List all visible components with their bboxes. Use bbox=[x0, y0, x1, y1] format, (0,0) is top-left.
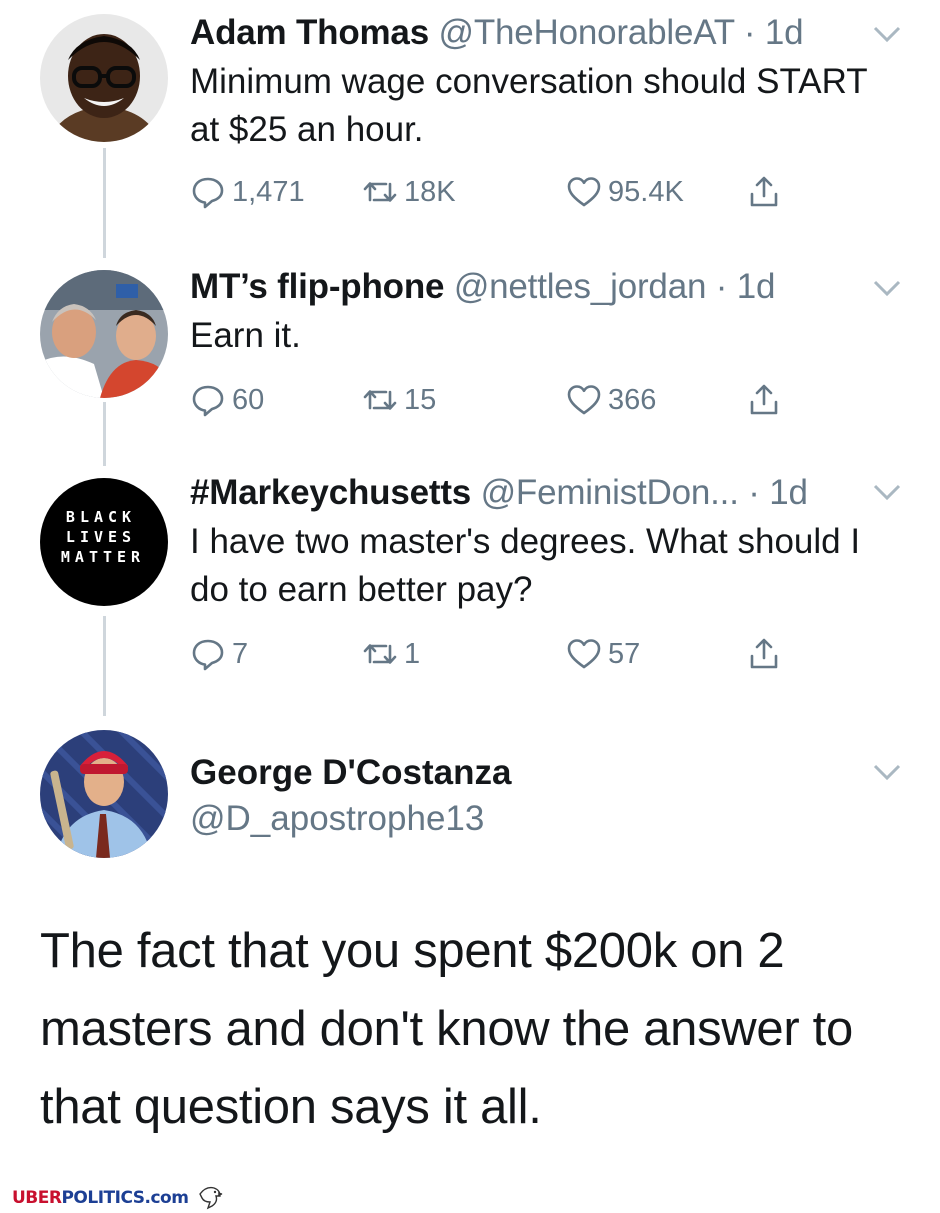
like-icon bbox=[567, 177, 601, 207]
share-icon bbox=[750, 384, 778, 415]
like-count: 57 bbox=[608, 637, 641, 670]
like-button[interactable]: 366 bbox=[566, 380, 656, 420]
retweet-icon bbox=[363, 390, 397, 410]
retweet-count: 1 bbox=[404, 637, 421, 670]
avatar-text-line: MATTER bbox=[60, 548, 146, 566]
like-count: 95.4K bbox=[608, 175, 684, 208]
avatar-text-line: LIVES bbox=[65, 528, 137, 546]
tweet-actions: 60 15 366 bbox=[190, 380, 810, 420]
user-handle[interactable]: @nettles_jordan bbox=[454, 267, 707, 306]
retweet-button[interactable]: 15 bbox=[362, 380, 436, 420]
retweet-button[interactable]: 1 bbox=[362, 634, 420, 674]
reply-count: 60 bbox=[232, 383, 265, 416]
chevron-down-icon[interactable] bbox=[872, 762, 902, 782]
share-icon bbox=[750, 638, 778, 669]
avatar[interactable] bbox=[40, 14, 168, 142]
share-button[interactable] bbox=[746, 380, 782, 420]
avatar[interactable] bbox=[40, 730, 168, 858]
share-button[interactable] bbox=[746, 634, 782, 674]
watermark-part: .com bbox=[144, 1188, 189, 1208]
like-button[interactable]: 95.4K bbox=[566, 172, 684, 212]
avatar[interactable]: BLACK LIVES MATTER bbox=[40, 478, 168, 606]
avatar-text: BLACK LIVES MATTER bbox=[58, 508, 158, 578]
display-name[interactable]: George D'Costanza bbox=[190, 752, 511, 794]
share-button[interactable] bbox=[746, 172, 782, 212]
tweet-text: Earn it. bbox=[190, 316, 301, 355]
chevron-down-icon[interactable] bbox=[872, 278, 902, 298]
watermark: UBERPOLITICS.com bbox=[12, 1188, 189, 1208]
tweet-header: #Markeychusetts @FeministDon... · 1d bbox=[190, 472, 808, 514]
reply-icon bbox=[192, 639, 224, 671]
avatar-text-line: BLACK bbox=[65, 508, 137, 526]
avatar[interactable] bbox=[40, 270, 168, 398]
tweet-text: Minimum wage conversation should START a… bbox=[190, 62, 867, 149]
tweet-header: Adam Thomas @TheHonorableAT · 1d bbox=[190, 12, 804, 54]
user-handle[interactable]: @D_apostrophe13 bbox=[190, 798, 484, 840]
reply-count: 7 bbox=[232, 637, 249, 670]
retweet-icon bbox=[363, 644, 397, 664]
retweet-icon bbox=[363, 182, 397, 202]
reply-button[interactable]: 7 bbox=[190, 634, 248, 674]
thread-line bbox=[103, 616, 106, 716]
tweet-header: MT’s flip-phone @nettles_jordan · 1d bbox=[190, 266, 775, 308]
like-button[interactable]: 57 bbox=[566, 634, 640, 674]
timestamp[interactable]: · 1d bbox=[748, 473, 808, 512]
reply-button[interactable]: 60 bbox=[190, 380, 264, 420]
display-name[interactable]: Adam Thomas bbox=[190, 13, 429, 52]
reply-icon bbox=[192, 385, 224, 417]
chevron-down-icon[interactable] bbox=[872, 24, 902, 44]
reply-icon bbox=[192, 177, 224, 209]
retweet-count: 15 bbox=[404, 383, 437, 416]
eagle-icon bbox=[196, 1184, 224, 1210]
tweet-actions: 1,471 18K 95.4K bbox=[190, 172, 810, 212]
user-handle[interactable]: @TheHonorableAT bbox=[439, 13, 735, 52]
like-icon bbox=[567, 385, 601, 415]
tweet-actions: 7 1 57 bbox=[190, 634, 810, 674]
display-name[interactable]: MT’s flip-phone bbox=[190, 267, 444, 306]
timestamp[interactable]: · 1d bbox=[716, 267, 776, 306]
tweet-text: I have two master's degrees. What should… bbox=[190, 522, 861, 609]
display-name[interactable]: #Markeychusetts bbox=[190, 473, 471, 512]
reply-count: 1,471 bbox=[232, 175, 305, 208]
timestamp[interactable]: · 1d bbox=[744, 13, 804, 52]
reply-button[interactable]: 1,471 bbox=[190, 172, 305, 212]
watermark-part: UBER bbox=[12, 1188, 62, 1208]
like-count: 366 bbox=[608, 383, 657, 416]
chevron-down-icon[interactable] bbox=[872, 482, 902, 502]
watermark-part: POLITICS bbox=[61, 1188, 145, 1208]
tweet-text: The fact that you spent $200k on 2 maste… bbox=[40, 924, 853, 1134]
retweet-count: 18K bbox=[404, 175, 456, 208]
retweet-button[interactable]: 18K bbox=[362, 172, 456, 212]
user-handle[interactable]: @FeministDon... bbox=[481, 473, 739, 512]
thread-line bbox=[103, 402, 106, 466]
thread-line bbox=[103, 148, 106, 258]
like-icon bbox=[567, 639, 601, 669]
share-icon bbox=[750, 176, 778, 207]
